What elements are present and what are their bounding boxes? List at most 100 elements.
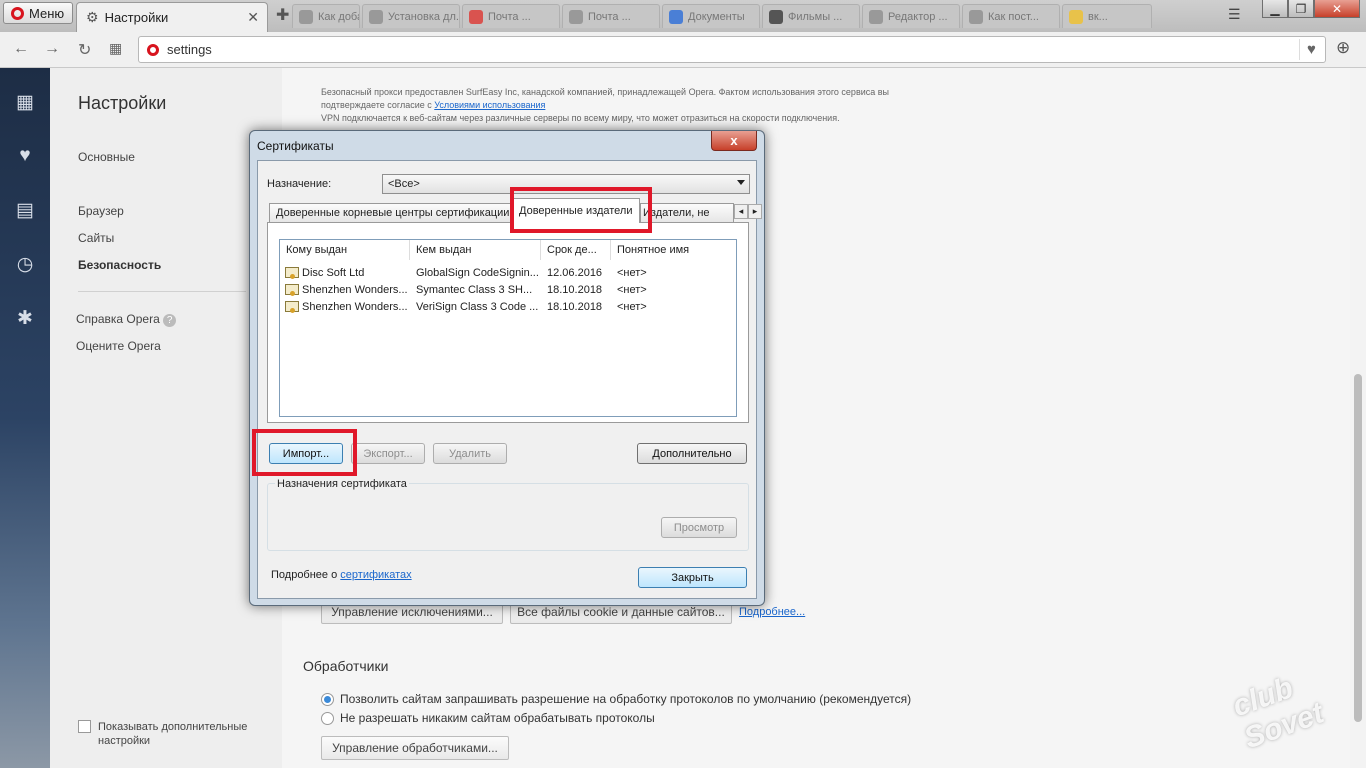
column-header-issued-to[interactable]: Кому выдан — [280, 240, 410, 260]
highlight-box-publishers-tab — [510, 187, 652, 233]
certificates-help-link[interactable]: сертификатах — [340, 569, 411, 581]
bookmark-heart-icon[interactable]: ♥ — [1299, 39, 1323, 60]
extensions-puzzle-icon[interactable]: ✱ — [0, 307, 50, 330]
nav-rate[interactable]: Оцените Opera — [76, 339, 161, 353]
nav-help[interactable]: Справка Opera ? — [76, 312, 177, 327]
handlers-deny-radio[interactable] — [321, 712, 334, 725]
vpn-info-line-2: подтверждаете согласие с Условиями испол… — [321, 100, 546, 110]
download-icon[interactable]: ⊕ — [1336, 38, 1350, 58]
background-tab[interactable]: Как добав... — [292, 4, 360, 28]
nav-divider — [78, 291, 246, 292]
speed-dial-grid-icon[interactable]: ▦ — [109, 40, 122, 57]
certificate-icon — [285, 267, 299, 279]
settings-title: Настройки — [78, 93, 167, 113]
column-header-expiration[interactable]: Срок де... — [541, 240, 611, 260]
tab-untrusted-publishers[interactable]: Издатели, не — [640, 203, 734, 222]
nav-security[interactable]: Безопасность — [78, 258, 161, 272]
favicon-icon — [969, 9, 983, 24]
maximize-button[interactable]: ❐ — [1288, 0, 1314, 18]
terms-of-use-link[interactable]: Условиями использования — [434, 100, 545, 110]
nav-browser[interactable]: Браузер — [78, 204, 124, 218]
nav-sites[interactable]: Сайты — [78, 231, 114, 245]
news-icon[interactable]: ▤ — [0, 199, 50, 222]
background-tab[interactable]: Установка дл... — [362, 4, 460, 28]
vpn-info-line-1: Безопасный прокси предоставлен SurfEasy … — [321, 87, 890, 97]
back-arrow-icon[interactable]: ← — [13, 40, 29, 58]
handlers-section-title: Обработчики — [303, 658, 389, 674]
dialog-title: Сертификаты — [257, 139, 334, 153]
favicon-icon — [369, 9, 383, 24]
background-tab[interactable]: Редактор ... — [862, 4, 960, 28]
table-row[interactable]: Shenzhen Wonders... Symantec Class 3 SH.… — [280, 282, 736, 299]
tab-panel: Кому выдан Кем выдан Срок де... Понятное… — [267, 222, 749, 423]
background-tab[interactable]: вк... — [1062, 4, 1152, 28]
tab-title: Настройки — [104, 10, 169, 25]
certificates-dialog: Сертификаты x Назначение: <Все> Доверенн… — [249, 130, 765, 606]
favicon-icon — [469, 9, 483, 24]
background-tab[interactable]: Почта ... — [562, 4, 660, 28]
tab-settings[interactable]: ⚙ Настройки ✕ — [76, 2, 268, 32]
speed-dial-icon[interactable]: ▦ — [0, 91, 50, 114]
certificate-icon — [285, 301, 299, 313]
help-question-icon: ? — [163, 314, 177, 327]
background-tab[interactable]: Почта ... — [462, 4, 560, 28]
address-toolbar: ← → ↻ ▦ settings ♥ — [0, 32, 1366, 68]
dialog-body: Назначение: <Все> Доверенные корневые це… — [257, 160, 762, 599]
bookmarks-heart-icon[interactable]: ♥ — [0, 145, 50, 167]
dialog-close-action-button[interactable]: Закрыть — [638, 567, 747, 588]
close-window-button[interactable]: ✕ — [1314, 0, 1360, 18]
column-header-issued-by[interactable]: Кем выдан — [410, 240, 541, 260]
menu-label: Меню — [29, 5, 65, 21]
cookies-more-link[interactable]: Подробнее... — [739, 606, 805, 618]
nav-basic[interactable]: Основные — [78, 150, 135, 164]
view-button[interactable]: Просмотр — [661, 517, 737, 538]
certificate-purposes-label: Назначения сертификата — [275, 478, 409, 490]
tab-menu-icon[interactable]: ☰ — [1228, 6, 1241, 23]
table-row[interactable]: Shenzhen Wonders... VeriSign Class 3 Cod… — [280, 299, 736, 316]
tab-strip: Меню ⚙ Настройки ✕ ✚ Как добав... Устано… — [0, 0, 1366, 32]
purpose-label: Назначение: — [267, 178, 332, 190]
address-text: settings — [167, 42, 212, 57]
gear-icon: ⚙ — [86, 9, 99, 25]
opera-menu-button[interactable]: Меню — [3, 2, 73, 24]
opera-logo-icon — [11, 6, 24, 20]
favicon-icon — [869, 9, 883, 24]
show-advanced-checkbox[interactable] — [78, 720, 91, 733]
address-bar[interactable]: settings ♥ — [138, 36, 1326, 63]
new-tab-plus-icon[interactable]: ✚ — [276, 5, 289, 25]
background-tab[interactable]: Фильмы ... — [762, 4, 860, 28]
manage-handlers-button[interactable]: Управление обработчиками... — [321, 736, 509, 760]
tab-scroll-left-icon[interactable]: ◂ — [734, 204, 748, 219]
favicon-icon — [569, 9, 583, 24]
dropdown-arrow-icon — [737, 180, 745, 185]
history-clock-icon[interactable]: ◷ — [0, 253, 50, 276]
show-advanced-label: Показывать дополнительные настройки — [98, 721, 248, 747]
column-header-friendly-name[interactable]: Понятное имя — [611, 240, 736, 260]
export-button[interactable]: Экспорт... — [351, 443, 425, 464]
opera-page-icon — [147, 43, 159, 56]
tab-trusted-root[interactable]: Доверенные корневые центры сертификации — [269, 203, 513, 222]
dialog-close-button[interactable]: x — [711, 131, 757, 151]
highlight-box-import-button — [252, 429, 357, 476]
forward-arrow-icon[interactable]: → — [44, 40, 60, 58]
table-row[interactable]: Disc Soft Ltd GlobalSign CodeSignin... 1… — [280, 265, 736, 282]
reload-icon[interactable]: ↻ — [78, 40, 91, 60]
settings-nav-panel — [50, 68, 282, 768]
tab-scroll-right-icon[interactable]: ▸ — [748, 204, 762, 219]
advanced-button[interactable]: Дополнительно — [637, 443, 747, 464]
handlers-allow-radio[interactable] — [321, 693, 334, 706]
certificate-list[interactable]: Кому выдан Кем выдан Срок де... Понятное… — [279, 239, 737, 417]
favicon-icon — [1069, 9, 1083, 24]
favicon-icon — [669, 9, 683, 24]
favicon-icon — [769, 9, 783, 24]
opera-sidebar: ▦ ♥ ▤ ◷ ✱ — [0, 68, 50, 768]
background-tab[interactable]: Как пост... — [962, 4, 1060, 28]
delete-button[interactable]: Удалить — [433, 443, 507, 464]
minimize-button[interactable]: ▁ — [1262, 0, 1288, 18]
more-info-text: Подробнее о сертификатах — [271, 569, 412, 581]
background-tab[interactable]: Документы — [662, 4, 760, 28]
vpn-info-line-3: VPN подключается к веб-сайтам через разл… — [321, 113, 840, 123]
close-tab-icon[interactable]: ✕ — [247, 9, 259, 26]
favicon-icon — [299, 9, 313, 24]
handlers-allow-label: Позволить сайтам запрашивать разрешение … — [340, 692, 912, 706]
